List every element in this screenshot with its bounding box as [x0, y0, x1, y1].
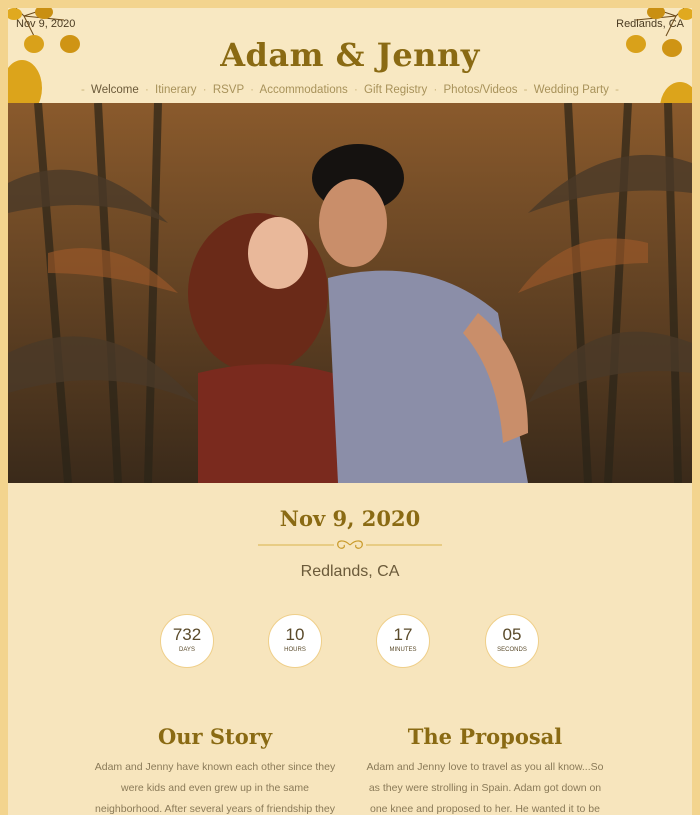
countdown-seconds-label: SECONDS — [497, 647, 527, 653]
countdown-seconds-value: 05 — [502, 625, 522, 644]
flourish-divider-icon — [258, 540, 442, 549]
our-story-section: Our Story Adam and Jenny have known each… — [90, 724, 340, 815]
header: Nov 9, 2020 Redlands, CA Adam & Jenny - … — [8, 8, 692, 108]
proposal-text: Adam and Jenny love to travel as you all… — [366, 761, 604, 815]
main-nav: - Welcome · Itinerary · RSVP · Accommoda… — [81, 84, 619, 96]
nav-welcome[interactable]: Welcome — [91, 84, 139, 96]
leaf-icon — [8, 8, 80, 53]
event-location: Redlands, CA — [300, 563, 400, 580]
nav-accommodations[interactable]: Accommodations — [260, 84, 348, 96]
nav-wedding-party[interactable]: Wedding Party — [534, 84, 609, 96]
hero-photo — [8, 103, 692, 483]
countdown-hours-value: 10 — [285, 625, 305, 644]
nav-itinerary[interactable]: Itinerary — [155, 84, 197, 96]
countdown-days-label: DAYS — [179, 647, 195, 653]
nav-rsvp[interactable]: RSVP — [213, 84, 244, 96]
nav-gift-registry[interactable]: Gift Registry — [364, 84, 427, 96]
proposal-section: The Proposal Adam and Jenny love to trav… — [360, 724, 610, 815]
countdown-seconds: 05 SECONDS — [485, 614, 539, 668]
countdown-days: 732 DAYS — [160, 614, 214, 668]
countdown-minutes-value: 17 — [393, 625, 413, 644]
our-story-text: Adam and Jenny have known each other sin… — [94, 761, 336, 815]
countdown-minutes: 17 MINUTES — [376, 614, 430, 668]
countdown-hours-label: HOURS — [284, 647, 306, 653]
countdown: 732 DAYS 10 HOURS 17 MINUTES 05 SECONDS — [160, 614, 540, 674]
site-title[interactable]: Adam & Jenny — [8, 36, 692, 74]
event-date: Nov 9, 2020 — [279, 506, 421, 531]
countdown-hours: 10 HOURS — [268, 614, 322, 668]
countdown-minutes-label: MINUTES — [389, 647, 417, 653]
countdown-days-value: 732 — [172, 625, 202, 644]
our-story-title: Our Story — [157, 724, 273, 749]
proposal-title: The Proposal — [407, 724, 563, 749]
page: Nov 9, 2020 Redlands, CA Adam & Jenny - … — [0, 0, 700, 815]
nav-photos-videos[interactable]: Photos/Videos — [444, 84, 518, 96]
leaf-icon — [626, 8, 692, 57]
